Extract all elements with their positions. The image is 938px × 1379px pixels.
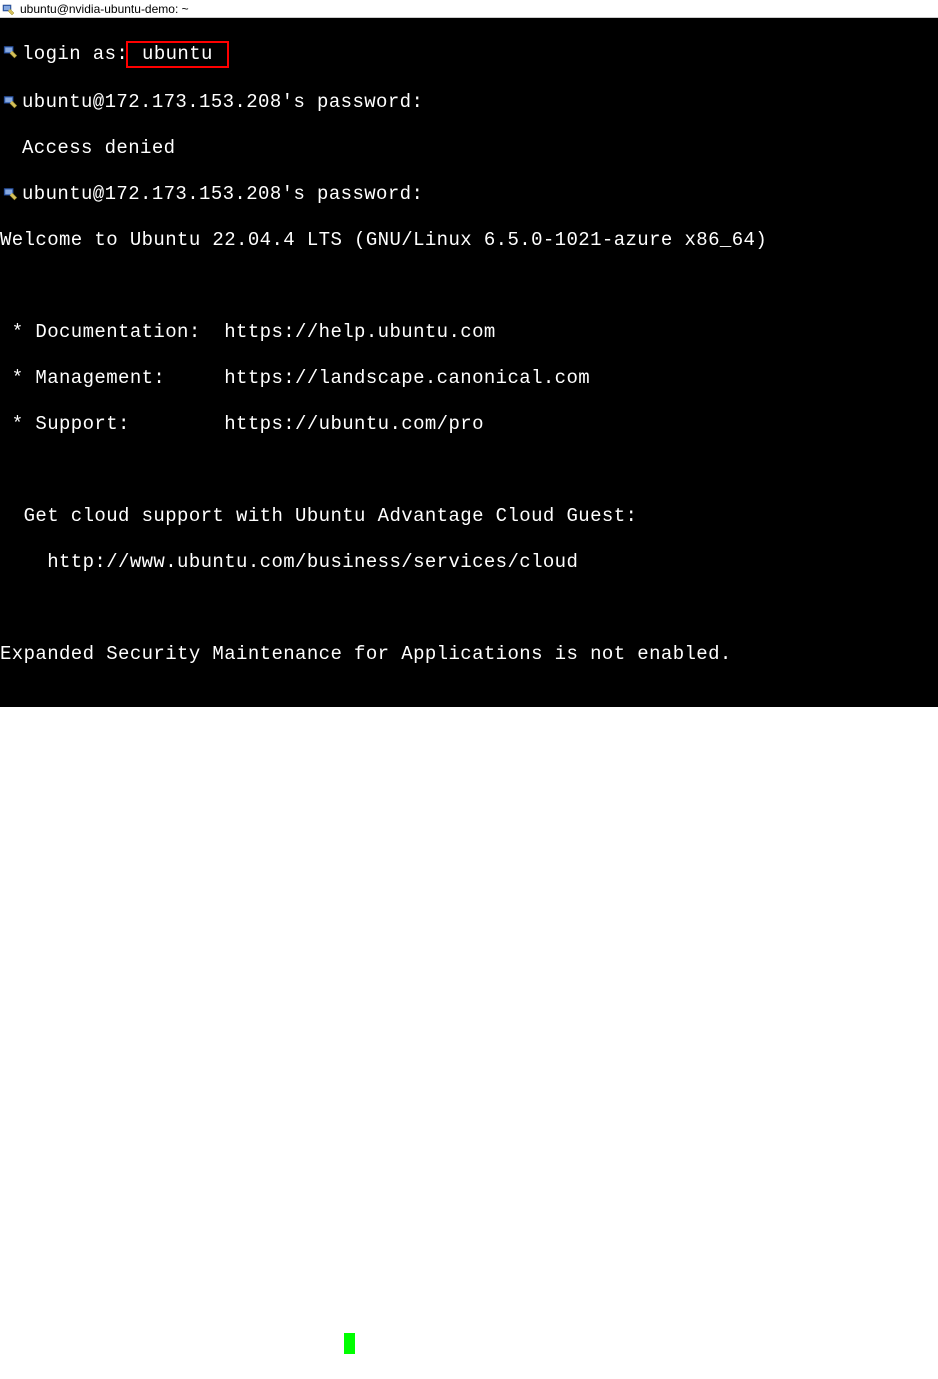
window-title: ubuntu@nvidia-ubuntu-demo: ~ xyxy=(20,2,189,16)
prompt-line[interactable]: ubuntu@nvidia-ubuntu-demo:~$ xyxy=(0,1333,938,1356)
support-line: * Support: https://ubuntu.com/pro xyxy=(0,413,938,436)
login-line: login as: ubuntu xyxy=(22,41,938,68)
login-as-label: login as: xyxy=(22,43,128,65)
putty-icon xyxy=(2,2,16,16)
blank-line xyxy=(0,965,938,988)
mgmt-line: * Management: https://landscape.canonica… xyxy=(0,367,938,390)
list-old-line: The list of available updates is more th… xyxy=(0,1011,938,1034)
blank-line xyxy=(0,275,938,298)
putty-line-icon xyxy=(0,91,22,109)
blank-line xyxy=(0,597,938,620)
blank-line xyxy=(0,781,938,804)
apt-update-line: To check for new updates run: sudo apt u… xyxy=(0,1057,938,1080)
docs-line: * Documentation: https://help.ubuntu.com xyxy=(0,321,938,344)
blank-line xyxy=(0,459,938,482)
putty-line-icon xyxy=(0,41,22,59)
prompt-text: ubuntu@nvidia-ubuntu-demo:~$ xyxy=(0,1333,342,1355)
password-prompt: ubuntu@172.173.153.208's password: xyxy=(22,91,938,114)
login-user-highlight: ubuntu xyxy=(126,41,228,68)
putty-line-icon xyxy=(0,183,22,201)
unattended-log-line: see /var/log/unattended-upgrades/unatten… xyxy=(0,1195,938,1218)
esm-apps-line: 6 additional security updates can be app… xyxy=(0,827,938,850)
welcome-line: Welcome to Ubuntu 22.04.4 LTS (GNU/Linux… xyxy=(0,229,938,252)
cloud-url-line: http://www.ubuntu.com/business/services/… xyxy=(0,551,938,574)
access-denied: Access denied xyxy=(22,137,938,160)
blank-line xyxy=(0,1103,938,1126)
cloud-line: Get cloud support with Ubuntu Advantage … xyxy=(0,505,938,528)
esm-line: Expanded Security Maintenance for Applic… xyxy=(0,643,938,666)
password-prompt: ubuntu@172.173.153.208's password: xyxy=(22,183,938,206)
unattended-line: 15 updates could not be installed automa… xyxy=(0,1149,938,1172)
blank-line xyxy=(0,919,938,942)
esm-apps-url-line: Learn more about enabling ESM Apps servi… xyxy=(0,873,938,896)
terminal-body[interactable]: login as: ubuntu ubuntu@172.173.153.208'… xyxy=(0,18,938,707)
blank-line xyxy=(0,1241,938,1264)
window-titlebar[interactable]: ubuntu@nvidia-ubuntu-demo: ~ xyxy=(0,0,938,18)
blank-line xyxy=(0,689,938,712)
updates-line: 0 updates can be applied immediately. xyxy=(0,735,938,758)
last-login-line: Last login: Thu May 16 11:30:40 2024 fro… xyxy=(0,1287,938,1310)
cursor-block xyxy=(344,1333,355,1354)
